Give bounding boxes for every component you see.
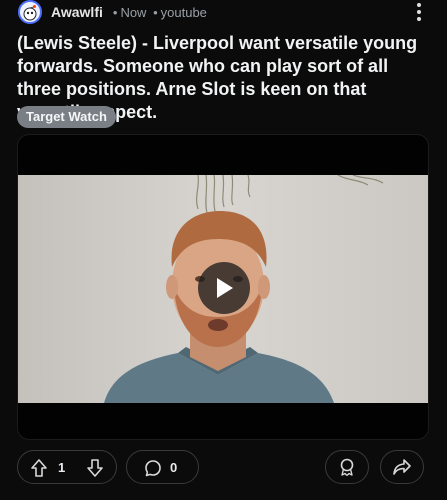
share-arrow-icon [393, 459, 411, 475]
avatar[interactable] [18, 0, 42, 24]
vote-control: 1 [17, 450, 117, 484]
video-player[interactable] [17, 134, 429, 440]
post-time: Now [120, 4, 147, 20]
more-options-button[interactable] [408, 0, 430, 24]
separator-dot: • [112, 4, 118, 20]
separator-dot: • [153, 4, 158, 20]
upvote-button[interactable] [30, 458, 48, 483]
post-source[interactable]: youtube [161, 5, 207, 20]
award-button[interactable] [325, 450, 369, 484]
post-header: Awawlfi • Now • youtube [18, 0, 430, 24]
post-meta: • Now • youtube [113, 5, 210, 20]
award-icon [340, 458, 354, 476]
more-vertical-icon [417, 3, 421, 7]
play-icon [217, 278, 233, 298]
share-button[interactable] [380, 450, 424, 484]
reddit-snoo-avatar-icon [23, 5, 37, 21]
action-bar: 1 0 [17, 450, 429, 484]
comment-bubble-icon [144, 459, 162, 482]
arrow-up-icon [31, 459, 47, 477]
upvote-count: 1 [58, 460, 66, 475]
play-button[interactable] [198, 262, 250, 314]
username[interactable]: Awawlfi [51, 4, 103, 20]
downvote-button[interactable] [86, 458, 104, 483]
comment-count: 0 [170, 460, 178, 475]
comments-button[interactable]: 0 [126, 450, 199, 484]
flair-badge[interactable]: Target Watch [17, 106, 116, 128]
arrow-down-icon [87, 459, 103, 477]
